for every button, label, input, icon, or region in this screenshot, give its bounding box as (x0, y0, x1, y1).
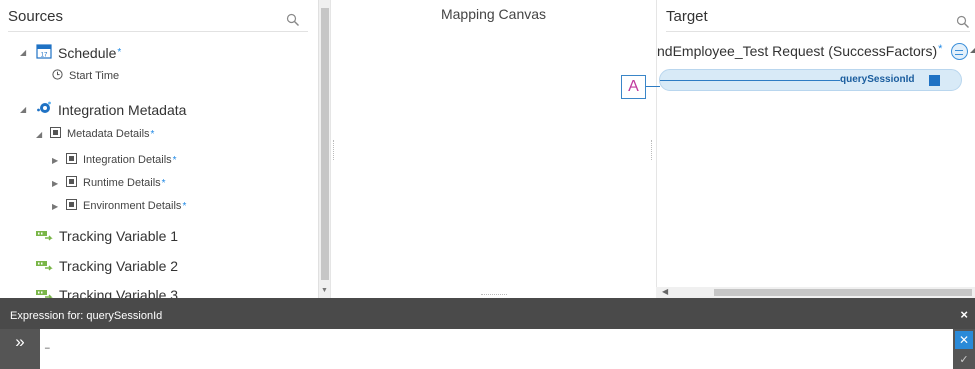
clock-icon (52, 69, 63, 83)
target-panel: Target ndEmployee_Test Request (SuccessF… (656, 0, 975, 298)
expression-editor: » ✕ ✓ (0, 329, 975, 369)
tree-item-label: Tracking Variable 2 (59, 258, 179, 274)
element-icon (66, 176, 77, 190)
collapse-caret-icon[interactable]: ◢ (20, 48, 30, 57)
expression-title: Expression for: querySessionId (10, 310, 163, 322)
required-marker: * (117, 47, 122, 58)
required-marker: * (172, 154, 177, 166)
tree-item-label: Metadata Details (67, 128, 150, 140)
svg-text:17: 17 (41, 53, 48, 59)
tools-icon[interactable]: ✕ (955, 331, 973, 349)
tree-item-label: Tracking Variable 1 (59, 228, 179, 244)
tracking-variable-icon (36, 228, 53, 244)
target-horizontal-scrollbar[interactable]: ◀ (656, 287, 975, 298)
tree-item-environment-details[interactable]: ▶ Environment Details * (52, 199, 186, 213)
target-root-label: ndEmployee_Test Request (SuccessFactors) (657, 43, 938, 59)
sources-title: Sources (8, 8, 64, 25)
expand-caret-icon[interactable]: ▶ (52, 202, 62, 211)
scroll-down-arrow-icon[interactable]: ▼ (321, 287, 328, 294)
target-title: Target (666, 8, 708, 25)
mapping-marker[interactable]: A (621, 75, 646, 99)
expression-input[interactable] (40, 329, 945, 369)
left-splitter-grip[interactable] (333, 140, 336, 160)
mapping-connector (646, 86, 660, 87)
search-icon[interactable] (286, 13, 300, 27)
sources-panel: Sources ◢ 17 Schedule * Start Time ◢ Inte… (0, 0, 318, 298)
collapse-caret-icon[interactable]: ◢ (970, 45, 975, 54)
tree-item-label: Runtime Details (83, 177, 161, 189)
collapse-caret-icon[interactable]: ◢ (36, 130, 46, 139)
required-marker: * (182, 200, 187, 212)
required-marker: * (938, 43, 943, 55)
string-type-icon (929, 75, 940, 86)
target-field-row[interactable]: querySessionId (659, 69, 962, 91)
close-icon[interactable]: × (960, 307, 968, 322)
message-icon[interactable] (951, 43, 968, 60)
scrollbar-thumb[interactable] (321, 8, 329, 280)
target-root-node[interactable]: ndEmployee_Test Request (SuccessFactors)… (657, 43, 942, 59)
expand-caret-icon[interactable]: ▶ (52, 179, 62, 188)
tree-item-label: Integration Metadata (58, 101, 187, 118)
tree-item-runtime-details[interactable]: ▶ Runtime Details * (52, 176, 166, 190)
check-icon[interactable]: ✓ (955, 353, 973, 367)
tree-item-integration-metadata[interactable]: ◢ Integration Metadata (20, 100, 186, 119)
target-header: Target (666, 6, 970, 32)
integration-metadata-icon (36, 100, 52, 119)
expand-caret-icon[interactable]: ▶ (52, 156, 62, 165)
search-icon[interactable] (956, 15, 970, 29)
scrollbar-thumb[interactable] (714, 289, 972, 296)
tree-item-label: Integration Details (83, 154, 172, 166)
right-splitter-grip[interactable] (651, 140, 654, 160)
required-marker: * (161, 177, 166, 189)
collapse-caret-icon[interactable]: ◢ (20, 105, 30, 114)
tree-item-label: Start Time (69, 70, 120, 82)
calendar-icon: 17 (36, 43, 52, 62)
tree-item-label: Environment Details (83, 200, 182, 212)
tree-item-label: Schedule (58, 44, 117, 61)
mapping-canvas[interactable]: Mapping Canvas (330, 0, 656, 298)
sources-scrollbar[interactable]: ▼ (318, 0, 330, 298)
element-icon (66, 199, 77, 213)
expression-toolbar: ✕ ✓ (953, 329, 975, 369)
mapping-line (660, 80, 840, 81)
scroll-left-arrow-icon[interactable]: ◀ (662, 287, 668, 296)
sources-header: Sources (8, 6, 308, 32)
tree-item-metadata-details[interactable]: ◢ Metadata Details * (36, 127, 154, 141)
target-field-label: querySessionId (840, 74, 915, 85)
required-marker: * (150, 128, 155, 140)
tracking-variable-icon (36, 258, 53, 274)
tree-item-tracking-variable-1[interactable]: Tracking Variable 1 (36, 228, 178, 244)
tree-item-tracking-variable-2[interactable]: Tracking Variable 2 (36, 258, 178, 274)
element-icon (66, 153, 77, 167)
tree-item-integration-details[interactable]: ▶ Integration Details * (52, 153, 177, 167)
expand-toggle-button[interactable]: » (0, 329, 40, 369)
tree-item-label: Tracking Variable 3 (59, 287, 179, 298)
tracking-variable-icon (36, 287, 53, 298)
tree-item-schedule[interactable]: ◢ 17 Schedule * (20, 43, 121, 62)
tree-item-tracking-variable-3[interactable]: Tracking Variable 3 (36, 287, 178, 298)
tree-item-start-time[interactable]: Start Time (52, 69, 119, 83)
expression-bar: Expression for: querySessionId × (0, 298, 975, 329)
canvas-title: Mapping Canvas (440, 6, 547, 22)
element-icon (50, 127, 61, 141)
